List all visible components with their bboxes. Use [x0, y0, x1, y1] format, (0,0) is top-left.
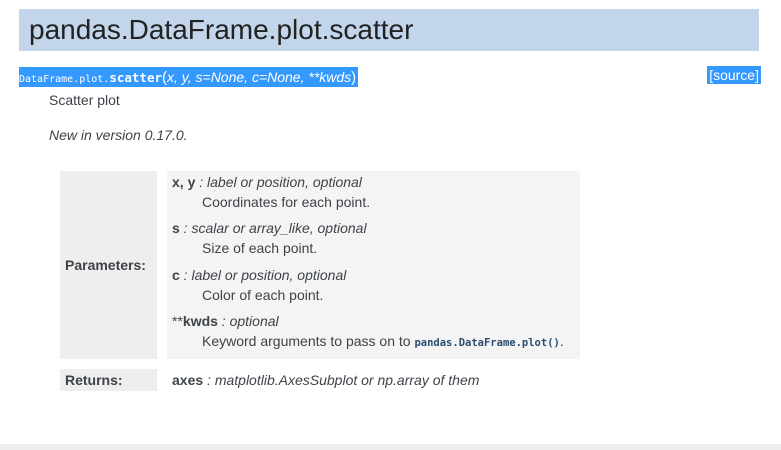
param-description: Keyword arguments to pass on to pandas.D… — [202, 331, 564, 351]
parameters-list: x, y : label or position, optional Coord… — [167, 171, 580, 359]
parameters-label: Parameters: — [60, 171, 157, 359]
param-name: kwds — [182, 313, 218, 329]
doc-page: pandas.DataFrame.plot.scatter DataFrame.… — [0, 0, 781, 450]
returns-name: axes — [172, 372, 204, 388]
param-name: c — [172, 267, 180, 283]
footer-divider — [0, 444, 781, 450]
summary-text: Scatter plot — [49, 92, 120, 108]
page-title: pandas.DataFrame.plot.scatter — [19, 9, 759, 51]
param-s: s : scalar or array_like, optional Size … — [172, 218, 367, 258]
returns-label: Returns: — [60, 369, 157, 391]
function-signature: DataFrame.plot.scatter(x, y, s=None, c=N… — [19, 67, 359, 87]
signature-name: scatter — [109, 70, 162, 85]
param-type: : label or position, optional — [195, 174, 362, 190]
version-note: New in version 0.17.0. — [49, 127, 188, 143]
param-description-text: Keyword arguments to pass on to — [202, 333, 415, 349]
param-type: : scalar or array_like, optional — [179, 220, 367, 236]
param-name: x, y — [172, 174, 196, 190]
param-type: : optional — [217, 313, 279, 329]
returns-type: : matplotlib.AxesSubplot or np.array of … — [203, 372, 480, 388]
returns-body: axes : matplotlib.AxesSubplot or np.arra… — [167, 369, 580, 391]
signature-close-paren: ) — [351, 69, 357, 86]
param-c: c : label or position, optional Color of… — [172, 265, 346, 305]
param-name: s — [172, 220, 180, 236]
param-description: Color of each point. — [202, 287, 324, 303]
param-x-y: x, y : label or position, optional Coord… — [172, 172, 370, 212]
source-link[interactable]: [source] — [707, 66, 761, 84]
param-type: : label or position, optional — [179, 267, 347, 283]
param-name-prefix: ** — [172, 313, 183, 329]
signature-params: x, y, s=None, c=None, **kwds — [167, 69, 352, 85]
plot-code-link[interactable]: pandas.DataFrame.plot() — [414, 337, 559, 349]
param-description: Coordinates for each point. — [202, 194, 371, 210]
signature-prefix: DataFrame.plot. — [19, 74, 110, 85]
param-description-end: . — [559, 333, 564, 349]
param-description: Size of each point. — [202, 240, 318, 256]
param-kwds: **kwds : optional Keyword arguments to p… — [172, 311, 564, 351]
